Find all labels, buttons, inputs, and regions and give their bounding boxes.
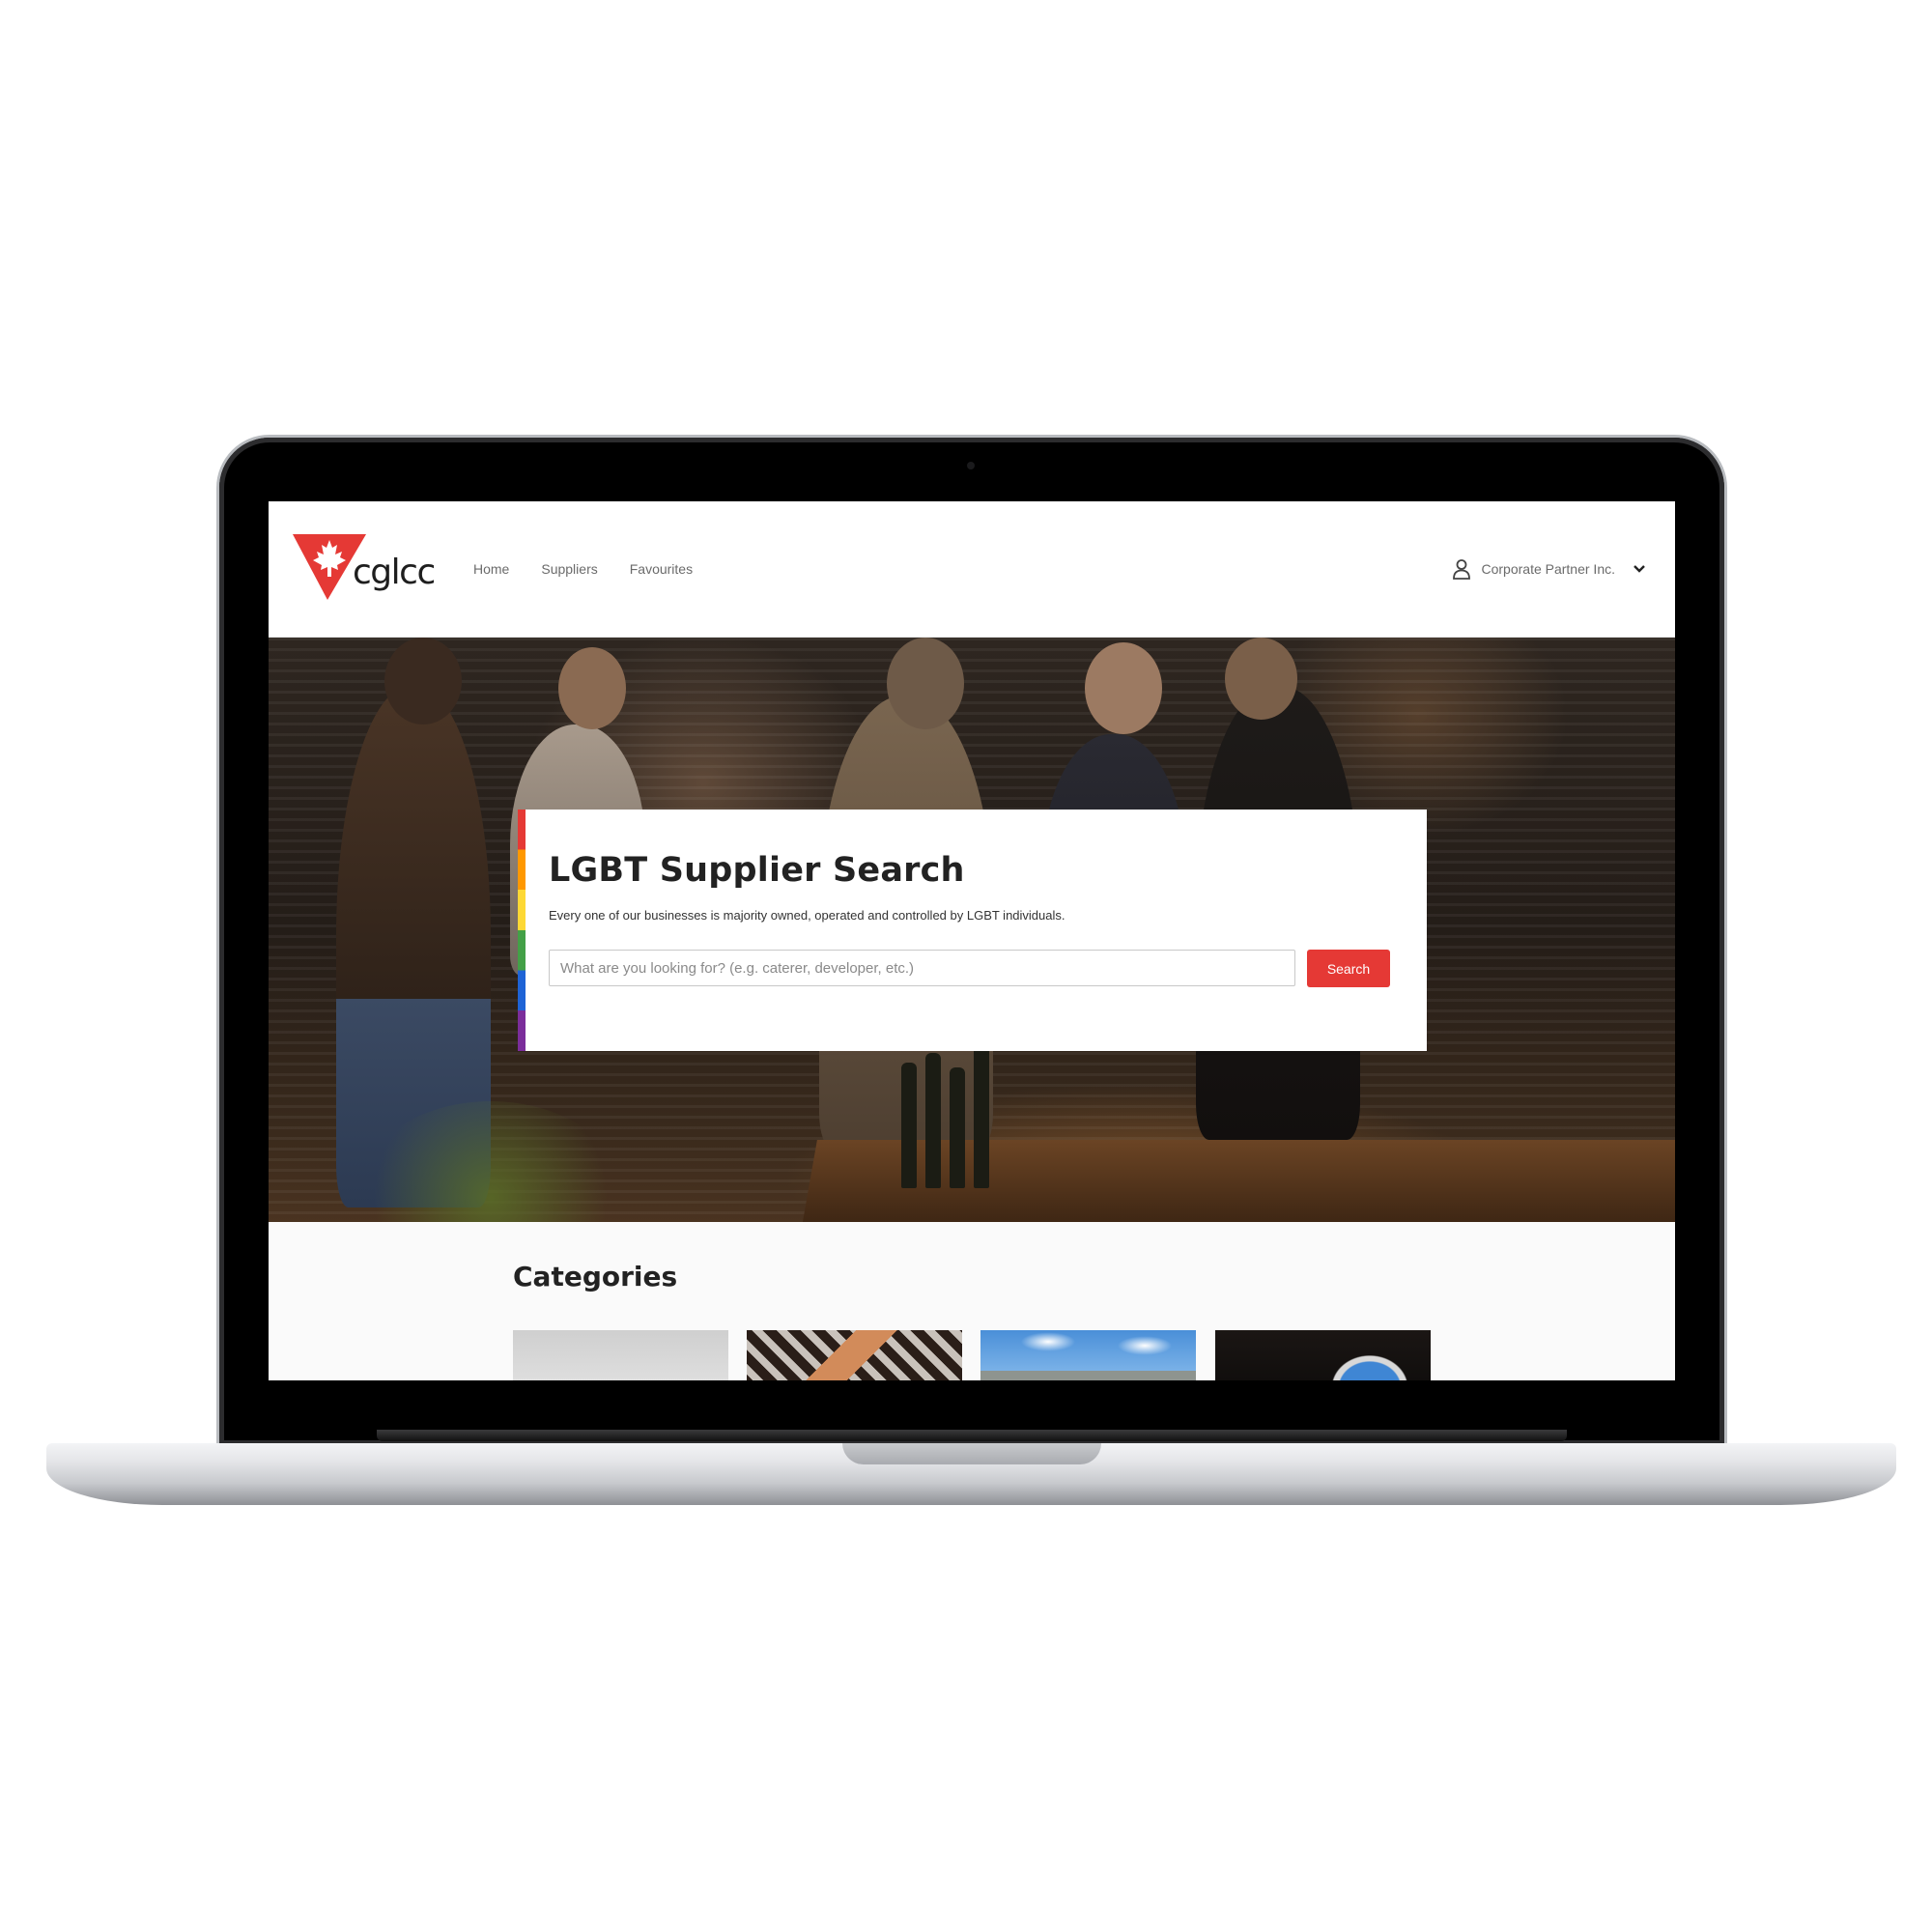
logo[interactable]: cglcc — [293, 534, 436, 600]
category-card[interactable] — [747, 1330, 962, 1380]
site-header: cglcc Home Suppliers Favourites Corporat… — [269, 501, 1675, 638]
hero-person-5-head — [1225, 638, 1297, 720]
hero-bottle — [974, 1043, 989, 1188]
browser-screen: cglcc Home Suppliers Favourites Corporat… — [269, 501, 1675, 1380]
hero-person-2-head — [558, 647, 626, 729]
search-button[interactable]: Search — [1307, 950, 1390, 987]
search-input[interactable] — [549, 950, 1295, 986]
user-icon — [1453, 559, 1471, 580]
hero-banner: LGBT Supplier Search Every one of our bu… — [269, 638, 1675, 1222]
chevron-down-icon[interactable] — [1633, 564, 1646, 574]
nav-item-favourites[interactable]: Favourites — [630, 561, 693, 577]
camera-icon — [967, 462, 975, 469]
nav-item-home[interactable]: Home — [473, 561, 509, 577]
logo-wordmark: cglcc — [353, 552, 436, 592]
page-title: LGBT Supplier Search — [549, 851, 965, 890]
laptop-hinge — [377, 1430, 1567, 1441]
laptop-notch — [842, 1443, 1101, 1464]
supplier-search-card: LGBT Supplier Search Every one of our bu… — [518, 810, 1427, 1051]
category-card[interactable] — [980, 1330, 1196, 1380]
hero-person-4-head — [1085, 642, 1162, 734]
hero-person-1-head — [384, 638, 462, 724]
pride-stripe — [518, 810, 526, 1051]
main-nav: Home Suppliers Favourites — [473, 561, 693, 577]
hero-person-3-head — [887, 638, 964, 729]
hero-bottle — [901, 1063, 917, 1188]
account-name: Corporate Partner Inc. — [1481, 561, 1615, 577]
nav-item-suppliers[interactable]: Suppliers — [541, 561, 597, 577]
hero-bottle — [925, 1053, 941, 1188]
category-card[interactable] — [1215, 1330, 1431, 1380]
categories-section: Categories — [269, 1222, 1675, 1380]
categories-title: Categories — [513, 1261, 678, 1293]
hero-bottle — [950, 1067, 965, 1188]
category-card[interactable] — [513, 1330, 728, 1380]
account-menu[interactable]: Corporate Partner Inc. — [1452, 558, 1646, 580]
page-subtitle: Every one of our businesses is majority … — [549, 908, 1065, 923]
